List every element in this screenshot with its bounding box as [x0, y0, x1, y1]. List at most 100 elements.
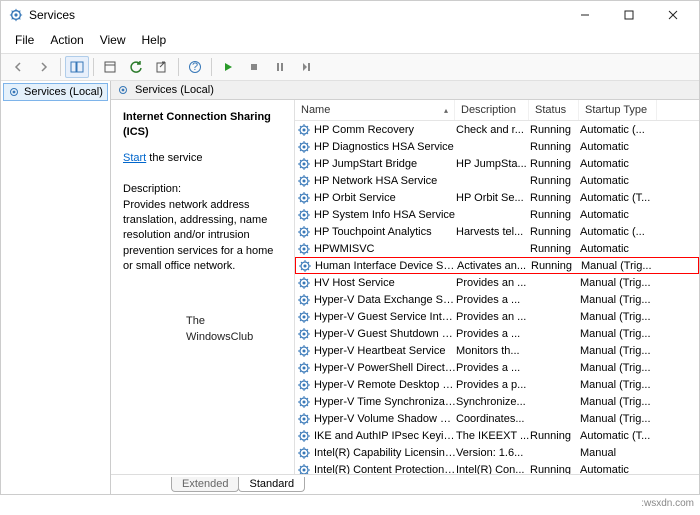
table-row[interactable]: HP Network HSA ServiceRunningAutomatic [295, 172, 699, 189]
cell-description: Version: 1.6... [456, 447, 530, 459]
table-row[interactable]: Hyper-V Volume Shadow Copy Re...Coordina… [295, 410, 699, 427]
table-row[interactable]: Human Interface Device ServiceActivates … [295, 257, 699, 274]
cell-name: HP System Info HSA Service [314, 209, 456, 221]
cell-description: Harvests tel... [456, 226, 530, 238]
table-row[interactable]: HP JumpStart BridgeHP JumpSta...RunningA… [295, 155, 699, 172]
cell-description: Provides a ... [456, 328, 530, 340]
cell-name: HP JumpStart Bridge [314, 158, 456, 170]
services-window: Services File Action View Help ? [0, 0, 700, 495]
restart-service-button[interactable] [294, 56, 318, 78]
cell-status: Running [530, 430, 580, 442]
cell-name: Hyper-V Remote Desktop Virtualiz... [314, 379, 456, 391]
table-row[interactable]: Hyper-V Data Exchange ServiceProvides a … [295, 291, 699, 308]
cell-type: Automatic [580, 209, 658, 221]
table-row[interactable]: HP System Info HSA ServiceRunningAutomat… [295, 206, 699, 223]
column-status[interactable]: Status [529, 100, 579, 120]
tab-standard[interactable]: Standard [238, 477, 305, 492]
gear-icon [117, 84, 129, 96]
maximize-button[interactable] [607, 1, 651, 29]
cell-description: Activates an... [457, 260, 531, 272]
column-description[interactable]: Description [455, 100, 529, 120]
forward-button[interactable] [32, 56, 56, 78]
back-button[interactable] [6, 56, 30, 78]
cell-type: Manual (Trig... [580, 396, 658, 408]
refresh-button[interactable] [124, 56, 148, 78]
table-row[interactable]: Intel(R) Capability Licensing Servi...Ve… [295, 444, 699, 461]
cell-type: Manual (Trig... [580, 379, 658, 391]
table-row[interactable]: Hyper-V Guest Shutdown ServiceProvides a… [295, 325, 699, 342]
table-row[interactable]: HV Host ServiceProvides an ... Manual (Tr… [295, 274, 699, 291]
cell-description: Check and r... [456, 124, 530, 136]
nav-label: Services (Local) [24, 86, 103, 98]
cell-name: HP Diagnostics HSA Service [314, 141, 456, 153]
start-service-button[interactable] [216, 56, 240, 78]
menu-action[interactable]: Action [42, 31, 91, 49]
cell-name: HP Touchpoint Analytics [314, 226, 456, 238]
cell-status: Running [530, 243, 580, 255]
description-label: Description: [123, 182, 284, 197]
cell-description: Provides a ... [456, 294, 530, 306]
main-panel: Services (Local) Internet Connection Sha… [111, 81, 699, 494]
cell-name: HPWMISVC [314, 243, 456, 255]
cell-type: Automatic [580, 175, 658, 187]
cell-description: Coordinates... [456, 413, 530, 425]
help-button[interactable]: ? [183, 56, 207, 78]
table-row[interactable]: Hyper-V Heartbeat ServiceMonitors th...M… [295, 342, 699, 359]
table-row[interactable]: HP Comm RecoveryCheck and r...RunningAut… [295, 121, 699, 138]
table-row[interactable]: HP Touchpoint AnalyticsHarvests tel...Ru… [295, 223, 699, 240]
start-link[interactable]: Start [123, 152, 146, 164]
cell-description: The IKEEXT ... [456, 430, 530, 442]
menu-file[interactable]: File [7, 31, 42, 49]
service-list: Name▴ Description Status Startup Type HP… [295, 100, 699, 474]
cell-description: Provides a ... [456, 362, 530, 374]
cell-type: Manual (Trig... [580, 294, 658, 306]
table-row[interactable]: HP Orbit ServiceHP Orbit Se...RunningAut… [295, 189, 699, 206]
cell-type: Manual (Trig... [581, 260, 659, 272]
tab-extended[interactable]: Extended [171, 477, 239, 492]
table-row[interactable]: Hyper-V Remote Desktop Virtualiz...Provi… [295, 376, 699, 393]
cell-name: Hyper-V Time Synchronization Ser... [314, 396, 456, 408]
cell-type: Automatic (... [580, 226, 658, 238]
cell-status: Running [530, 141, 580, 153]
cell-type: Automatic [580, 141, 658, 153]
table-row[interactable]: Hyper-V Time Synchronization Ser...Synch… [295, 393, 699, 410]
cell-type: Automatic [580, 243, 658, 255]
table-row[interactable]: Hyper-V Guest Service InterfaceProvides … [295, 308, 699, 325]
cell-name: Hyper-V Guest Service Interface [314, 311, 456, 323]
cell-name: Intel(R) Content Protection HDCP ... [314, 464, 456, 475]
cell-name: HV Host Service [314, 277, 456, 289]
table-row[interactable]: Intel(R) Content Protection HDCP ...Inte… [295, 461, 699, 474]
table-row[interactable]: HPWMISVC RunningAutomatic [295, 240, 699, 257]
table-row[interactable]: IKE and AuthIP IPsec Keying Modu...The I… [295, 427, 699, 444]
column-startup-type[interactable]: Startup Type [579, 100, 657, 120]
export-button[interactable] [150, 56, 174, 78]
cell-type: Automatic (T... [580, 430, 658, 442]
close-button[interactable] [651, 1, 695, 29]
cell-status: Running [530, 158, 580, 170]
table-row[interactable]: Hyper-V PowerShell Direct ServiceProvide… [295, 359, 699, 376]
watermark: The WindowsClub [186, 312, 253, 344]
menu-help[interactable]: Help [134, 31, 175, 49]
cell-description: Intel(R) Con... [456, 464, 530, 475]
pause-service-button[interactable] [268, 56, 292, 78]
nav-services-local[interactable]: Services (Local) [3, 83, 108, 101]
table-row[interactable]: HP Diagnostics HSA Service RunningAutomat… [295, 138, 699, 155]
minimize-button[interactable] [563, 1, 607, 29]
cell-type: Automatic (T... [580, 192, 658, 204]
description-text: Provides network address translation, ad… [123, 199, 273, 273]
show-hide-tree-button[interactable] [65, 56, 89, 78]
properties-button[interactable] [98, 56, 122, 78]
cell-status: Running [531, 260, 581, 272]
titlebar: Services [1, 1, 699, 29]
column-name[interactable]: Name▴ [295, 100, 455, 120]
cell-name: IKE and AuthIP IPsec Keying Modu... [314, 430, 456, 442]
cell-name: HP Network HSA Service [314, 175, 456, 187]
stop-service-button[interactable] [242, 56, 266, 78]
menu-view[interactable]: View [92, 31, 134, 49]
cell-type: Manual [580, 447, 658, 459]
cell-name: Human Interface Device Service [315, 260, 457, 272]
cell-type: Automatic [580, 464, 658, 475]
cell-type: Manual (Trig... [580, 277, 658, 289]
cell-description: Provides an ... [456, 277, 530, 289]
cell-type: Automatic [580, 158, 658, 170]
